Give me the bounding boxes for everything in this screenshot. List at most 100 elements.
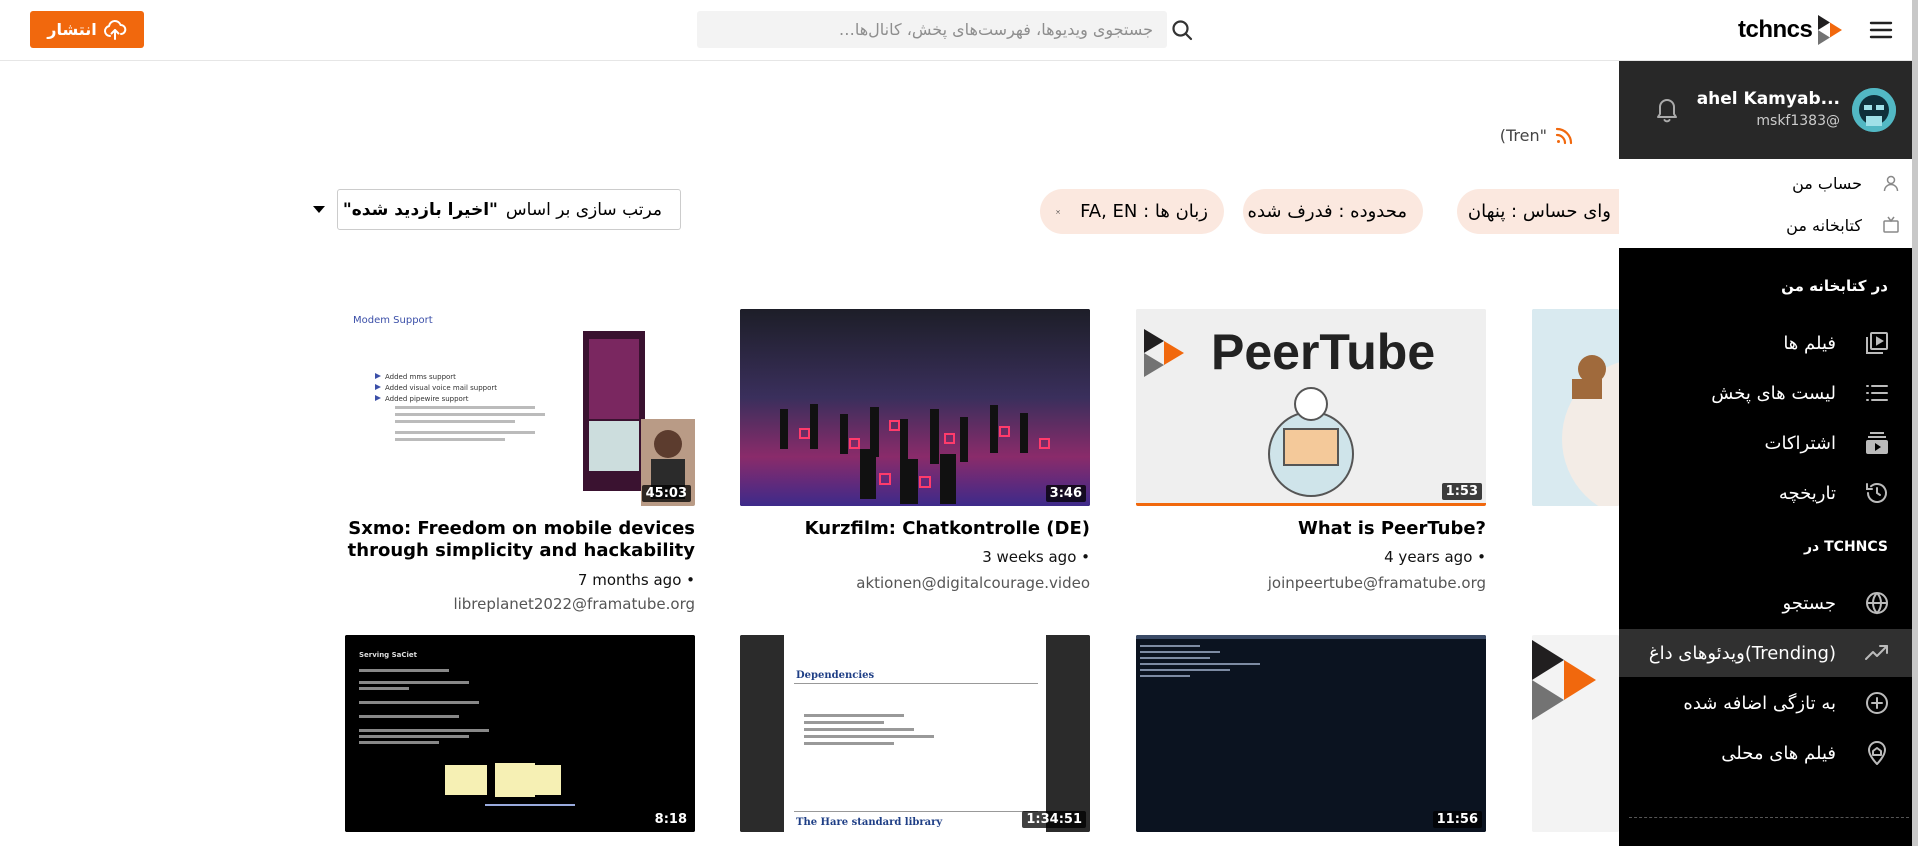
slide-title: Modem Support xyxy=(353,315,433,326)
sidebar-item-label: لیست های پخش xyxy=(1711,382,1836,404)
search-icon[interactable] xyxy=(1170,18,1194,42)
site-logo[interactable]: tchncs xyxy=(1738,12,1843,48)
video-thumbnail[interactable]: 11:56 xyxy=(1136,635,1486,832)
video-duration: 1:34:51 xyxy=(1022,811,1086,828)
sidebar-item-videos[interactable]: فیلم ها xyxy=(1619,319,1918,367)
video-duration: 11:56 xyxy=(1432,811,1482,828)
slide-image: Dependencies The Hare standard library xyxy=(740,635,1090,832)
sidebar-item-label: تاریخچه xyxy=(1778,482,1836,504)
filter-chip-sensitive[interactable]: وای حساس : پنهان xyxy=(1457,189,1627,234)
slide-image: Serving SaCiet xyxy=(345,635,695,832)
feed-link[interactable]: (Tren" xyxy=(1500,126,1573,145)
terminal-image xyxy=(1136,635,1486,832)
video-duration: 3:46 xyxy=(1045,485,1086,502)
video-channel[interactable]: joinpeertube@framatube.org xyxy=(1136,574,1486,592)
user-handle: mskf1383@ xyxy=(1756,113,1840,129)
video-library-icon xyxy=(1866,332,1888,354)
sidebar-item-my-account[interactable]: حساب من xyxy=(1619,163,1918,203)
watch-progress xyxy=(1136,503,1486,506)
scrollbar[interactable] xyxy=(1912,0,1918,846)
sort-prefix: مرتب سازی بر اساس xyxy=(505,199,662,220)
peertube-thumbnail-text: PeerTube xyxy=(1211,324,1435,380)
video-duration: 1:53 xyxy=(1441,483,1482,500)
peertube-logo-icon xyxy=(1818,15,1843,45)
hamburger-menu-icon[interactable] xyxy=(1868,18,1894,42)
sidebar-item-subscriptions[interactable]: اشتراکات xyxy=(1619,419,1918,467)
video-title[interactable]: What is PeerTube? xyxy=(1136,518,1486,540)
feed-text: (Tren" xyxy=(1499,126,1547,145)
logo-text: tchncs xyxy=(1738,16,1813,43)
slide-bullet: Added mms support xyxy=(385,373,456,381)
list-icon xyxy=(1866,385,1888,401)
history-icon xyxy=(1866,483,1887,503)
sidebar-item-trending[interactable]: ویدئوهای داغ(Trending) xyxy=(1619,629,1918,677)
video-thumbnail[interactable]: PeerTube 1:53 xyxy=(1136,309,1486,506)
section-title-instance: در TCHNCS xyxy=(1804,539,1888,555)
video-title-line: Sxmo: Freedom on mobile devices xyxy=(348,518,695,539)
user-display-name: ahel Kamyab... xyxy=(1696,89,1840,109)
bell-icon[interactable] xyxy=(1652,94,1682,124)
search-input[interactable] xyxy=(697,11,1167,48)
video-age: 3 weeks ago • xyxy=(982,548,1090,566)
video-thumbnail[interactable]: Modem Support Added mms support Added vi… xyxy=(345,309,695,506)
sidebar-item-my-library[interactable]: کتابخانه من xyxy=(1619,205,1918,245)
upload-cloud-icon xyxy=(103,19,127,40)
divider xyxy=(1629,817,1909,818)
user-icon xyxy=(1883,175,1899,192)
publish-button[interactable]: انتشار xyxy=(30,11,144,48)
sidebar-item-local-videos[interactable]: فیلم های محلی xyxy=(1619,729,1918,777)
sidebar-item-label: فیلم های محلی xyxy=(1721,742,1836,764)
sidebar-item-label: ویدئوهای داغ(Trending) xyxy=(1648,642,1836,664)
peertube-logo-icon xyxy=(1532,635,1619,832)
caret-down-icon xyxy=(312,206,325,213)
video-title[interactable]: Sxmo: Freedom on mobile devices through … xyxy=(345,518,695,562)
sidebar-item-playlists[interactable]: لیست های پخش xyxy=(1619,369,1918,417)
video-title-line: Kurzfilm: Chatkontrolle (DE) xyxy=(804,518,1090,539)
close-icon[interactable] xyxy=(1056,205,1060,219)
trending-icon xyxy=(1865,645,1888,660)
video-thumbnail[interactable]: Serving SaCiet 8:18 xyxy=(345,635,695,832)
chip-scope-label: محدوده : فدرف شده xyxy=(1247,201,1407,222)
tv-icon xyxy=(1883,216,1899,233)
publish-label: انتشار xyxy=(47,20,97,39)
sidebar-item-label: کتابخانه من xyxy=(1786,215,1862,235)
filter-chip-languages[interactable]: زبان ها : FA, EN xyxy=(1040,189,1224,234)
video-duration: 8:18 xyxy=(650,811,691,828)
top-header: انتشار tchncs xyxy=(0,0,1918,61)
slide-bullet: Added visual voice mail support xyxy=(385,384,497,392)
avatar[interactable] xyxy=(1852,88,1896,132)
sidebar: ahel Kamyab... mskf1383@ حساب من کتابخان… xyxy=(1619,61,1918,846)
slide-image: Modem Support Added mms support Added vi… xyxy=(345,309,695,506)
rss-icon xyxy=(1555,127,1573,144)
chip-sensitive-label: وای حساس : پنهان xyxy=(1467,201,1611,222)
video-title[interactable]: Kurzfilm: Chatkontrolle (DE) xyxy=(740,518,1090,540)
sort-select[interactable]: مرتب سازی بر اساس "اخیرا بازدید شده" xyxy=(312,189,681,230)
sidebar-item-label: حساب من xyxy=(1792,173,1862,193)
video-thumbnail[interactable]: Dependencies The Hare standard library 1… xyxy=(740,635,1090,832)
slide-bullet: Added pipewire support xyxy=(385,395,469,403)
home-icon xyxy=(1868,741,1886,765)
slide-footer: The Hare standard library xyxy=(796,817,943,828)
video-age: 7 months ago • xyxy=(577,571,695,589)
avatar-image xyxy=(1852,88,1896,132)
animation-still xyxy=(740,309,1090,506)
video-title-line: What is PeerTube? xyxy=(1298,518,1486,539)
video-channel[interactable]: aktionen@digitalcourage.video xyxy=(740,574,1090,592)
sidebar-item-history[interactable]: تاریخچه xyxy=(1619,469,1918,517)
video-age: 4 years ago • xyxy=(1384,548,1486,566)
filter-chip-scope[interactable]: محدوده : فدرف شده xyxy=(1243,189,1423,234)
video-thumbnail[interactable] xyxy=(1532,309,1619,506)
slide-title: Dependencies xyxy=(796,670,875,681)
video-channel[interactable]: libreplanet2022@framatube.org xyxy=(345,595,695,613)
sidebar-item-label: فیلم ها xyxy=(1783,332,1836,354)
video-thumbnail[interactable]: 3:46 xyxy=(740,309,1090,506)
video-thumbnail[interactable] xyxy=(1532,635,1619,832)
user-block[interactable]: ahel Kamyab... mskf1383@ xyxy=(1619,61,1918,159)
sidebar-item-search[interactable]: جستجو xyxy=(1619,579,1918,627)
plus-circle-icon xyxy=(1866,692,1888,714)
sidebar-item-recently-added[interactable]: به تازگی اضافه شده xyxy=(1619,679,1918,727)
cartoon-thumbnail-image xyxy=(1532,309,1619,506)
video-title-line: through simplicity and hackability xyxy=(347,540,695,561)
subscriptions-icon xyxy=(1866,432,1888,454)
video-duration: 45:03 xyxy=(641,485,691,502)
